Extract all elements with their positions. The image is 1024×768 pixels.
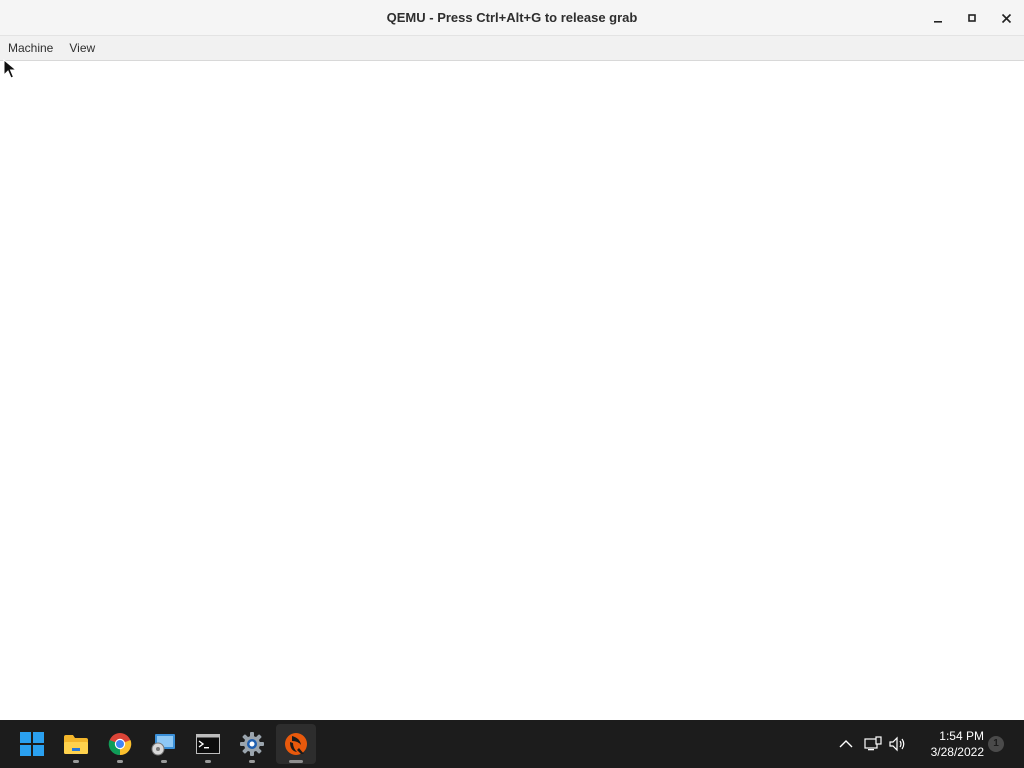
running-indicator: [289, 760, 303, 763]
network-icon: [864, 736, 882, 751]
menu-machine[interactable]: Machine: [0, 36, 61, 61]
taskbar: 1:54 PM 3/28/2022: [0, 720, 1024, 768]
speaker-icon: [889, 736, 905, 752]
clock-date: 3/28/2022: [930, 745, 984, 759]
taskbar-file-explorer[interactable]: [56, 724, 96, 764]
running-indicator: [73, 760, 79, 763]
terminal-icon: [196, 734, 220, 754]
network-status-button[interactable]: [861, 732, 885, 756]
taskbar-terminal[interactable]: [188, 724, 228, 764]
clock-time: 1:54 PM: [939, 729, 984, 743]
close-button[interactable]: [992, 4, 1020, 32]
running-indicator: [249, 760, 255, 763]
maximize-button[interactable]: [958, 4, 986, 32]
menu-view[interactable]: View: [61, 36, 103, 61]
chrome-icon: [108, 733, 132, 756]
minimize-button[interactable]: [924, 4, 952, 32]
menubar: Machine View: [0, 36, 1024, 61]
window-title: QEMU - Press Ctrl+Alt+G to release grab: [386, 10, 638, 25]
notification-badge[interactable]: 1: [988, 736, 1004, 752]
taskbar-network-drive[interactable]: [144, 724, 184, 764]
running-indicator: [205, 760, 211, 763]
vm-display[interactable]: [0, 62, 1024, 720]
windows-start-icon: [20, 732, 44, 756]
screen: QEMU - Press Ctrl+Alt+G to release grab …: [0, 0, 1024, 768]
maximize-icon: [968, 14, 976, 22]
qemu-icon: [285, 733, 307, 755]
window-titlebar[interactable]: QEMU - Press Ctrl+Alt+G to release grab: [0, 0, 1024, 36]
taskbar-chrome[interactable]: [100, 724, 140, 764]
volume-button[interactable]: [886, 732, 910, 756]
show-hidden-icons-button[interactable]: [834, 732, 858, 756]
chevron-up-icon: [839, 740, 853, 748]
network-drive-icon: [151, 734, 175, 756]
running-indicator: [117, 760, 123, 763]
minimize-icon: [934, 21, 942, 23]
clock[interactable]: 1:54 PM 3/28/2022: [912, 728, 984, 760]
start-button[interactable]: [12, 724, 52, 764]
running-indicator: [161, 760, 167, 763]
taskbar-qemu[interactable]: [276, 724, 316, 764]
close-icon: [1001, 13, 1011, 23]
gear-icon: [240, 732, 264, 756]
mouse-cursor-icon: [3, 59, 17, 79]
taskbar-settings[interactable]: [232, 724, 272, 764]
folder-icon: [64, 735, 88, 754]
